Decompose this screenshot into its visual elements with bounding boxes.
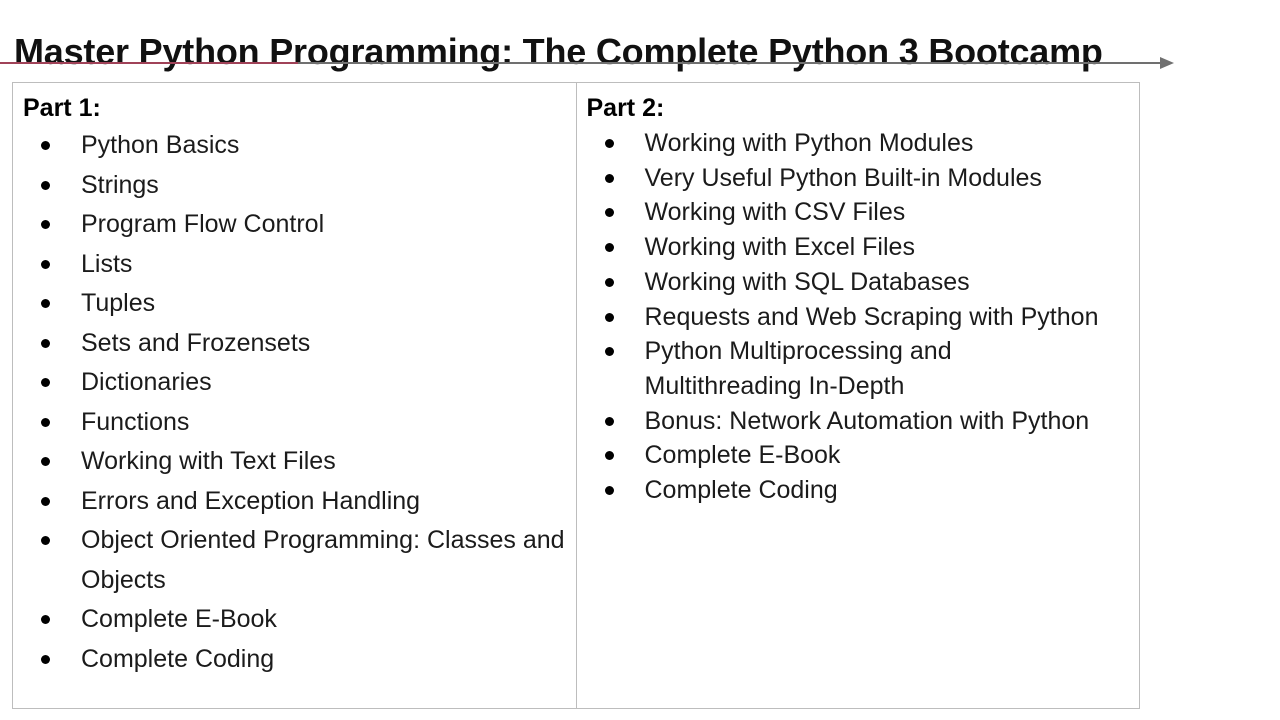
list-item-label: Complete E-Book	[81, 605, 277, 633]
topic-list-part-2: Working with Python Modules Very Useful …	[577, 126, 1140, 508]
list-item-label: Sets and Frozensets	[81, 328, 311, 357]
list-item: Errors and Exception Handling	[23, 482, 576, 522]
bullet-dot-icon	[604, 243, 614, 253]
list-item-label: Object Oriented Programming: Classes and…	[81, 526, 565, 594]
bullet-dot-icon	[41, 180, 50, 190]
list-item: Complete Coding	[23, 640, 576, 680]
list-item: Bonus: Network Automation with Python	[587, 404, 1140, 439]
list-item: Working with Text Files	[23, 442, 576, 482]
list-item: Python Multiprocessing and Multithreadin…	[587, 334, 1140, 403]
bullet-dot-icon	[604, 416, 614, 426]
bullet-dot-icon	[604, 139, 614, 148]
list-item-label: Complete Coding	[644, 476, 838, 505]
list-item-label: Working with CSV Files	[644, 198, 906, 227]
list-item: Complete E-Book	[23, 600, 576, 640]
underline-gray-segment	[298, 62, 1163, 64]
bullet-dot-icon	[41, 457, 50, 466]
list-item: Complete E-Book	[587, 438, 1140, 473]
bullet-dot-icon	[604, 347, 614, 357]
list-item: Program Flow Control	[23, 205, 576, 245]
bullet-dot-icon	[41, 338, 50, 348]
bullet-dot-icon	[41, 496, 50, 506]
list-item: Working with CSV Files	[587, 195, 1140, 230]
list-item: Complete Coding	[587, 473, 1140, 508]
list-item: Strings	[23, 166, 576, 206]
list-item-label: Working with Text Files	[81, 447, 336, 475]
list-item: Working with Excel Files	[587, 230, 1140, 265]
list-item: Tuples	[23, 284, 576, 324]
list-item: Functions	[23, 403, 576, 443]
title-underline-arrow	[0, 57, 1180, 69]
list-item-label: Requests and Web Scraping with Python	[644, 302, 1099, 331]
bullet-dot-icon	[41, 654, 50, 664]
list-item: Working with SQL Databases	[587, 265, 1140, 300]
list-item: Very Useful Python Built-in Modules	[587, 161, 1140, 196]
bullet-dot-icon	[604, 312, 614, 322]
list-item: Python Basics	[23, 126, 576, 166]
list-item-label: Working with Excel Files	[644, 233, 915, 262]
list-item-label: Working with SQL Databases	[644, 267, 970, 296]
list-item-label: Strings	[81, 170, 159, 199]
list-item-label: Working with Python Modules	[644, 129, 974, 157]
list-item-label: Program Flow Control	[81, 210, 325, 238]
list-item: Lists	[23, 245, 576, 285]
column-heading-part-1: Part 1:	[23, 94, 101, 122]
arrow-right-icon	[1160, 57, 1174, 69]
list-item: Requests and Web Scraping with Python	[587, 300, 1140, 335]
bullet-dot-icon	[604, 208, 614, 218]
bullet-dot-icon	[41, 615, 50, 624]
list-item: Object Oriented Programming: Classes and…	[23, 521, 576, 600]
bullet-dot-icon	[41, 220, 50, 229]
bullet-dot-icon	[41, 378, 50, 387]
bullet-dot-icon	[41, 141, 50, 150]
list-item-label: Bonus: Network Automation with Python	[644, 406, 1090, 435]
list-item: Dictionaries	[23, 363, 576, 403]
bullet-dot-icon	[604, 277, 614, 287]
list-item-label: Python Basics	[81, 131, 240, 159]
list-item-label: Very Useful Python Built-in Modules	[644, 163, 1042, 192]
list-item-label: Dictionaries	[81, 368, 212, 396]
bullet-dot-icon	[41, 536, 50, 545]
bullet-dot-icon	[41, 259, 50, 269]
column-part-1: Part 1: Python Basics Strings Program Fl…	[13, 83, 577, 708]
column-part-2: Part 2: Working with Python Modules Very…	[577, 83, 1140, 708]
two-column-table: Part 1: Python Basics Strings Program Fl…	[12, 82, 1140, 709]
bullet-dot-icon	[41, 299, 50, 308]
list-item-label: Functions	[81, 407, 190, 436]
list-item-label: Lists	[81, 249, 133, 278]
list-item-label: Tuples	[81, 289, 156, 317]
list-item-label: Complete E-Book	[644, 441, 841, 470]
bullet-dot-icon	[604, 486, 614, 496]
list-item-label: Python Multiprocessing and Multithreadin…	[644, 337, 952, 400]
topic-list-part-1: Python Basics Strings Program Flow Contr…	[13, 126, 576, 679]
list-item-label: Complete Coding	[81, 644, 275, 673]
page-title: Master Python Programming: The Complete …	[14, 31, 1103, 73]
bullet-dot-icon	[604, 173, 614, 183]
list-item: Working with Python Modules	[587, 126, 1140, 161]
column-heading-part-2: Part 2:	[586, 94, 665, 122]
underline-accent-segment	[0, 62, 298, 64]
list-item: Sets and Frozensets	[23, 324, 576, 364]
bullet-dot-icon	[604, 451, 614, 461]
list-item-label: Errors and Exception Handling	[81, 486, 421, 515]
bullet-dot-icon	[41, 417, 50, 427]
